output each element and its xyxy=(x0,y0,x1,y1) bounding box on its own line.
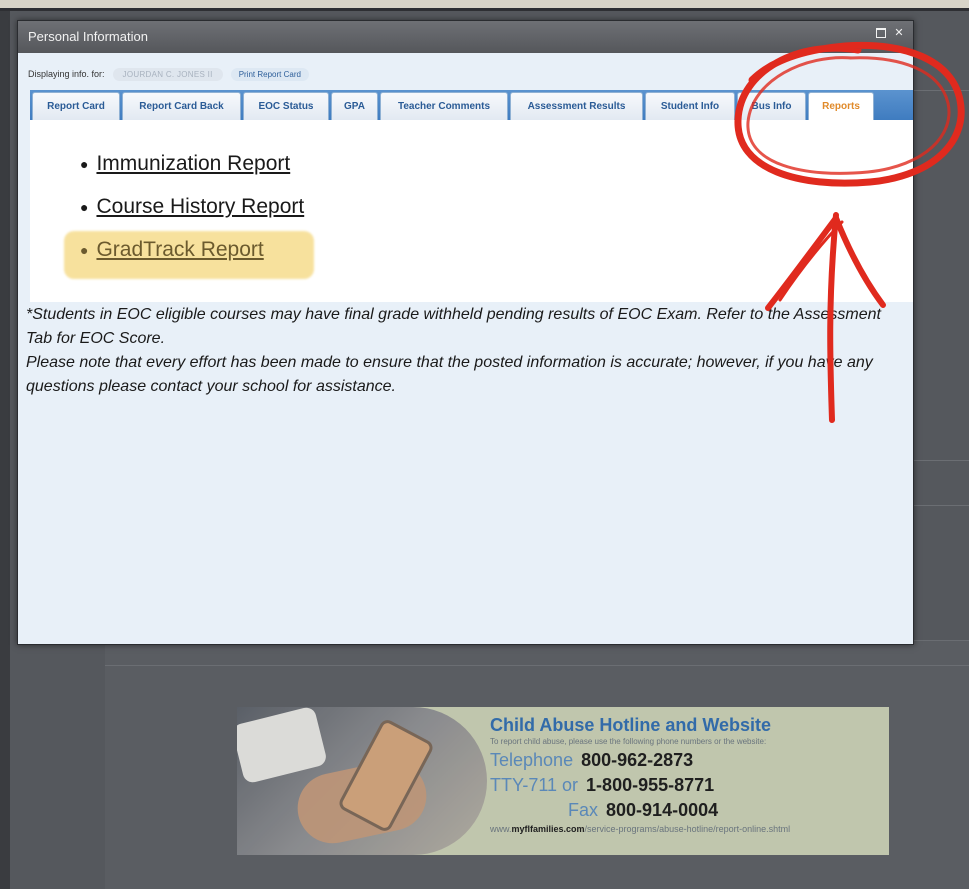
telephone-number: 800-962-2873 xyxy=(581,750,694,770)
student-name: JOURDAN C. JONES II xyxy=(112,67,223,81)
tty-number: 1-800-955-8771 xyxy=(586,775,715,795)
tab-panel: Report Card Report Card Back EOC Status … xyxy=(30,90,913,302)
bullet-icon: ● xyxy=(80,155,89,172)
banner-photo xyxy=(237,707,487,855)
banner-text: Child Abuse Hotline and Website To repor… xyxy=(490,715,885,834)
background-divider xyxy=(912,505,969,506)
left-rail xyxy=(0,11,10,889)
tab-bus-info[interactable]: Bus Info xyxy=(737,92,806,120)
tty-label: TTY-711 or xyxy=(490,775,579,795)
close-icon[interactable]: ✕ xyxy=(893,27,905,39)
top-strip xyxy=(0,0,969,11)
tab-report-card-back[interactable]: Report Card Back xyxy=(122,92,241,120)
telephone-line: Telephone 800-962-2873 xyxy=(490,750,885,771)
tty-line: TTY-711 or 1-800-955-8771 xyxy=(490,775,885,796)
banner-title: Child Abuse Hotline and Website xyxy=(490,715,772,735)
window-title: Personal Information xyxy=(28,29,148,44)
fax-label: Fax xyxy=(568,800,599,820)
tab-student-info[interactable]: Student Info xyxy=(645,92,735,120)
background-divider xyxy=(912,460,969,461)
tab-gpa[interactable]: GPA xyxy=(331,92,378,120)
report-list: ● Immunization Report ● Course History R… xyxy=(80,142,304,271)
immunization-report-link[interactable]: Immunization Report xyxy=(96,152,290,176)
fax-line: Fax 800-914-0004 xyxy=(490,800,885,821)
bullet-icon: ● xyxy=(80,198,89,215)
list-item: ● Immunization Report xyxy=(80,142,304,185)
gradtrack-report-link[interactable]: GradTrack Report xyxy=(96,238,263,262)
sleeve-image xyxy=(237,707,328,785)
background-divider xyxy=(105,665,969,666)
fax-number: 800-914-0004 xyxy=(606,800,719,820)
personal-information-window: Personal Information ✕ Displaying info. … xyxy=(17,20,914,645)
banner-url: www.myflfamilies.com/service-programs/ab… xyxy=(490,824,791,834)
child-abuse-hotline-banner[interactable]: Child Abuse Hotline and Website To repor… xyxy=(237,707,889,855)
tab-report-card[interactable]: Report Card xyxy=(32,92,120,120)
screen: Personal Information ✕ Displaying info. … xyxy=(0,0,969,889)
disclaimer-note: Please note that every effort has been m… xyxy=(26,354,873,395)
telephone-label: Telephone xyxy=(490,750,574,770)
displaying-label: Displaying info. for: xyxy=(28,69,105,79)
restore-icon[interactable] xyxy=(875,27,887,39)
list-item: ● GradTrack Report xyxy=(80,228,304,271)
tab-reports[interactable]: Reports xyxy=(808,92,874,120)
tab-eoc-status[interactable]: EOC Status xyxy=(243,92,329,120)
background-divider xyxy=(912,90,969,91)
print-report-card-button[interactable]: Print Report Card xyxy=(230,67,309,81)
tab-teacher-comments[interactable]: Teacher Comments xyxy=(380,92,508,120)
eoc-note: *Students in EOC eligible courses may ha… xyxy=(26,306,881,347)
course-history-report-link[interactable]: Course History Report xyxy=(96,195,304,219)
bullet-icon: ● xyxy=(80,241,89,258)
list-item: ● Course History Report xyxy=(80,185,304,228)
banner-subtitle: To report child abuse, please use the fo… xyxy=(490,737,767,746)
window-titlebar[interactable]: Personal Information ✕ xyxy=(18,21,913,53)
tab-assessment-results[interactable]: Assessment Results xyxy=(510,92,643,120)
tab-strip: Report Card Report Card Back EOC Status … xyxy=(30,90,913,120)
window-controls: ✕ xyxy=(875,27,905,39)
info-row: Displaying info. for: JOURDAN C. JONES I… xyxy=(18,63,913,85)
notes: *Students in EOC eligible courses may ha… xyxy=(26,303,906,399)
